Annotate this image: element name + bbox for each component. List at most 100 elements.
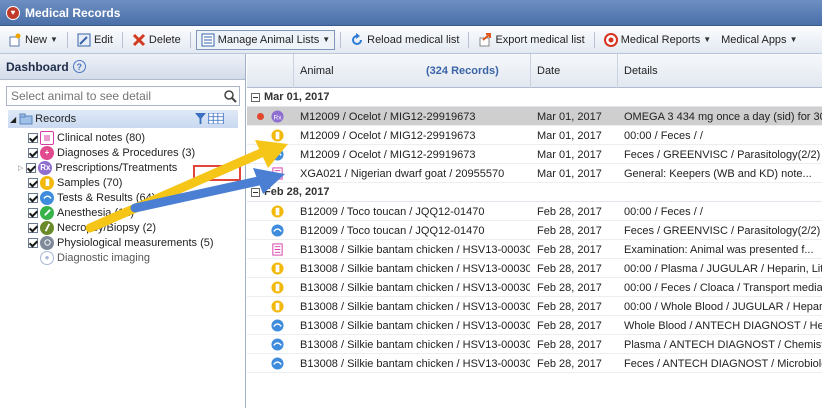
column-header-animal[interactable]: Animal (324 Records): [293, 54, 530, 88]
table-row[interactable]: B12009 / Toco toucan / JQQ12-01470 Feb 28…: [247, 221, 822, 240]
table-row[interactable]: M12009 / Ocelot / MIG12-29919673 Mar 01, …: [247, 145, 822, 164]
medical-reports-label: Medical Reports: [620, 33, 701, 46]
physiological-checkbox[interactable]: [28, 237, 38, 248]
prescription-rx-icon: Rx: [38, 160, 53, 175]
details-cell: OMEGA 3 434 mg once a day (sid) for 30 .…: [624, 110, 822, 123]
necropsy-checkbox[interactable]: [28, 222, 38, 233]
sample-tube-icon: [271, 202, 287, 221]
reload-medical-list-button[interactable]: Reload medical list: [346, 31, 463, 49]
table-row[interactable]: B13008 / Silkie bantam chicken / HSV13-0…: [247, 354, 822, 373]
anesthesia-checkbox[interactable]: [28, 207, 38, 218]
tree-node-label: Necropsy/Biopsy (2): [57, 221, 157, 234]
prescriptions-checkbox[interactable]: [26, 162, 37, 173]
samples-checkbox[interactable]: [28, 177, 38, 188]
test-results-icon: [40, 190, 54, 205]
date-cell: Mar 01, 2017: [537, 110, 602, 123]
toolbar-divider: [340, 31, 342, 48]
help-icon[interactable]: ?: [72, 60, 86, 73]
group-header-row[interactable]: Feb 28, 2017: [247, 183, 822, 202]
delete-button[interactable]: Delete: [128, 31, 185, 49]
tree-node-label: Physiological measurements (5): [57, 236, 214, 249]
date-cell: Feb 28, 2017: [537, 338, 602, 351]
column-header-date[interactable]: Date: [530, 54, 617, 88]
collapse-toggle-icon[interactable]: [251, 187, 260, 197]
medical-apps-button[interactable]: Medical Apps ▼: [717, 32, 801, 48]
new-button[interactable]: New ▼: [4, 31, 62, 49]
clinical-note-icon: [271, 240, 287, 259]
tree-node-clinical-notes[interactable]: Clinical notes (80): [0, 130, 246, 145]
grid-header-icon-col: [247, 54, 293, 88]
export-icon: [479, 32, 492, 46]
tree-node-anesthesia[interactable]: Anesthesia (12): [0, 205, 246, 220]
edit-icon: [77, 33, 91, 46]
table-row[interactable]: Rx M12009 / Ocelot / MIG12-29919673 Mar 01…: [247, 107, 822, 126]
table-row[interactable]: B13008 / Silkie bantam chicken / HSV13-0…: [247, 335, 822, 354]
group-header-label: Mar 01, 2017: [264, 91, 330, 103]
filter-icon[interactable]: [195, 113, 206, 124]
filter-highlight-box: [193, 165, 241, 181]
group-header-row[interactable]: Mar 01, 2017: [247, 88, 822, 107]
animal-search-input[interactable]: [7, 87, 217, 105]
table-row[interactable]: B13008 / Silkie bantam chicken / HSV13-0…: [247, 259, 822, 278]
tree-node-necropsy-biopsy[interactable]: Necropsy/Biopsy (2): [0, 220, 246, 235]
date-cell: Feb 28, 2017: [537, 281, 602, 294]
folder-icon: [19, 113, 33, 125]
grid-view-icon[interactable]: [208, 113, 224, 124]
tree-node-records[interactable]: ◢ Records: [8, 110, 238, 128]
manage-animal-lists-label: Manage Animal Lists: [217, 33, 320, 46]
table-row[interactable]: M12009 / Ocelot / MIG12-29919673 Mar 01, …: [247, 126, 822, 145]
animal-cell: B13008 / Silkie bantam chicken / HSV13-0…: [300, 281, 530, 294]
tree-node-label: Diagnostic imaging: [57, 251, 150, 264]
collapse-toggle-icon[interactable]: [251, 92, 260, 102]
tree-node-diagnostic-imaging[interactable]: ● Diagnostic imaging: [0, 250, 246, 265]
details-cell: 00:00 / Feces / Cloaca / Transport media: [624, 281, 822, 294]
table-row[interactable]: B13008 / Silkie bantam chicken / HSV13-0…: [247, 316, 822, 335]
sample-tube-icon: [271, 278, 287, 297]
tests-results-checkbox[interactable]: [28, 192, 38, 203]
sample-tube-icon: [40, 175, 54, 190]
column-header-details[interactable]: Details: [617, 54, 822, 88]
tree-node-physiological-measurements[interactable]: Physiological measurements (5): [0, 235, 246, 250]
animal-cell: B13008 / Silkie bantam chicken / HSV13-0…: [300, 243, 530, 256]
table-row[interactable]: XGA021 / Nigerian dwarf goat / 20955570 M…: [247, 164, 822, 183]
expand-arrow-icon[interactable]: ▷: [18, 164, 23, 172]
clinical-note-icon: [271, 164, 287, 183]
animal-cell: M12009 / Ocelot / MIG12-29919673: [300, 110, 476, 123]
animal-cell: B13008 / Silkie bantam chicken / HSV13-0…: [300, 357, 530, 370]
animal-search-box: [6, 86, 240, 106]
medical-apps-label: Medical Apps: [721, 33, 787, 46]
new-button-label: New: [25, 33, 48, 46]
tree-node-diagnoses-procedures[interactable]: + Diagnoses & Procedures (3): [0, 145, 246, 160]
table-row[interactable]: B13008 / Silkie bantam chicken / HSV13-0…: [247, 297, 822, 316]
grid-body: Mar 01, 2017 Rx M12009 / Ocelot / MIG12-29…: [247, 88, 822, 373]
medical-reports-button[interactable]: Medical Reports ▼: [600, 31, 715, 49]
records-tree: ◢ Records Clinical notes (80) + Diagnose…: [0, 110, 246, 265]
delete-icon: [132, 33, 145, 46]
tree-node-label: Prescriptions/Treatments: [55, 161, 178, 174]
chevron-down-icon: ▼: [703, 35, 712, 44]
diagnoses-checkbox[interactable]: [28, 147, 38, 158]
animal-cell: B12009 / Toco toucan / JQQ12-01470: [300, 224, 485, 237]
table-row[interactable]: B12009 / Toco toucan / JQQ12-01470 Feb 28…: [247, 202, 822, 221]
tree-node-tests-results[interactable]: Tests & Results (64): [0, 190, 246, 205]
table-row[interactable]: B13008 / Silkie bantam chicken / HSV13-0…: [247, 240, 822, 259]
manage-animal-lists-button[interactable]: Manage Animal Lists ▼: [195, 29, 336, 50]
export-medical-list-button[interactable]: Export medical list: [474, 31, 588, 49]
details-cell: Examination: Animal was presented f...: [624, 243, 814, 256]
animal-cell: M12009 / Ocelot / MIG12-29919673: [300, 148, 476, 161]
date-cell: Feb 28, 2017: [537, 224, 602, 237]
sample-tube-icon: [271, 259, 287, 278]
group-header-label: Feb 28, 2017: [264, 186, 330, 198]
record-count-label: (324 Records): [426, 65, 499, 77]
date-cell: Feb 28, 2017: [537, 205, 602, 218]
dashboard-panel: Dashboard ? ◢ Records Clinical notes (80…: [0, 54, 246, 408]
edit-button[interactable]: Edit: [73, 31, 117, 49]
diagnostic-imaging-icon: ●: [40, 250, 54, 265]
clinical-notes-checkbox[interactable]: [28, 132, 38, 143]
animal-cell: B12009 / Toco toucan / JQQ12-01470: [300, 205, 485, 218]
search-icon[interactable]: [223, 89, 237, 103]
table-row[interactable]: B13008 / Silkie bantam chicken / HSV13-0…: [247, 278, 822, 297]
collapse-arrow-icon[interactable]: ◢: [10, 115, 16, 124]
date-cell: Feb 28, 2017: [537, 300, 602, 313]
dashboard-header: Dashboard ?: [0, 54, 245, 80]
